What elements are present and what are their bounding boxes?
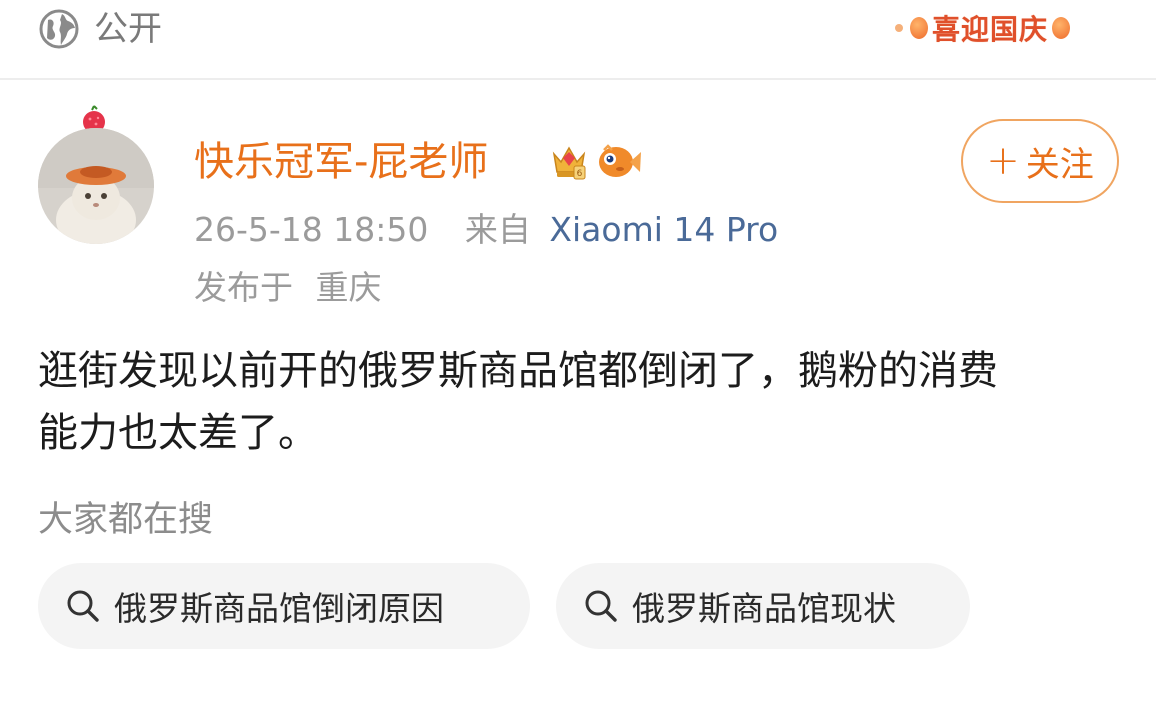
fish-badge-icon[interactable] <box>596 140 642 182</box>
device-link[interactable]: Xiaomi 14 Pro <box>549 210 778 249</box>
search-icon <box>67 590 99 622</box>
search-heading: 大家都在搜 <box>38 500 214 540</box>
search-suggestion-chip[interactable]: 俄罗斯商品馆倒闭原因 <box>38 563 530 649</box>
post-body-line: 逛街发现以前开的俄罗斯商品馆都倒闭了，鹅粉的消费 <box>38 348 998 394</box>
festival-banner: 喜迎国庆 <box>892 6 1074 50</box>
post-detail-page: 公开 喜迎国庆 快乐冠军-屁老师 6 + 关注 26-5-18 18:50 来自… <box>0 0 1156 711</box>
post-meta: 26-5-18 18:50 来自 Xiaomi 14 Pro <box>194 208 778 252</box>
spark-icon <box>894 24 903 32</box>
plus-icon: + <box>986 138 1020 184</box>
author-name[interactable]: 快乐冠军-屁老师 <box>194 136 488 188</box>
post-body-line: 能力也太差了。 <box>38 410 318 456</box>
search-suggestion-chip[interactable]: 俄罗斯商品馆现状 <box>556 563 970 649</box>
globe-icon <box>39 9 79 49</box>
visibility-label: 公开 <box>94 9 162 49</box>
visibility-indicator[interactable]: 公开 <box>38 7 162 51</box>
post-body: 逛街发现以前开的俄罗斯商品馆都倒闭了，鹅粉的消费 能力也太差了。 <box>38 340 1118 464</box>
follow-label: 关注 <box>1025 144 1094 185</box>
post-timestamp: 26-5-18 18:50 <box>194 210 429 249</box>
lantern-icon <box>909 17 928 39</box>
location-city: 重庆 <box>315 268 382 307</box>
author-badges: 6 <box>548 140 642 182</box>
avatar <box>38 128 154 244</box>
search-icon <box>585 590 617 622</box>
avatar-group[interactable] <box>38 104 156 244</box>
top-bar: 公开 喜迎国庆 <box>0 0 1156 80</box>
search-suggestion-label: 俄罗斯商品馆倒闭原因 <box>114 589 444 628</box>
festival-text: 喜迎国庆 <box>931 13 1048 46</box>
post-location: 发布于 重庆 <box>194 266 382 310</box>
lantern-icon <box>1052 17 1070 39</box>
source-prefix: 来自 <box>464 210 531 249</box>
follow-button[interactable]: + 关注 <box>961 119 1119 203</box>
crown-vip-icon[interactable]: 6 <box>548 140 590 182</box>
svg-text:6: 6 <box>577 169 583 179</box>
search-suggestion-label: 俄罗斯商品馆现状 <box>632 589 896 628</box>
location-prefix: 发布于 <box>194 268 293 307</box>
